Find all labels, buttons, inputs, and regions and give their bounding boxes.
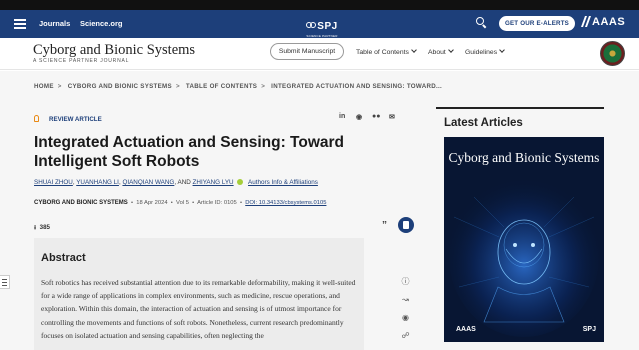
meta-journal[interactable]: CYBORG AND BIONIC SYSTEMS [34, 200, 128, 206]
breadcrumb-home[interactable]: HOME [34, 83, 54, 90]
page-content: HOME > CYBORG AND BIONIC SYSTEMS > TABLE O… [0, 71, 639, 350]
author-link[interactable]: YUANHANG LI [76, 179, 119, 186]
outline-toggle-icon[interactable] [0, 275, 10, 289]
nav-link-journals[interactable]: Journals [39, 19, 70, 28]
chevron-down-icon [411, 47, 417, 53]
open-access-icon [34, 115, 39, 122]
chevron-down-icon [447, 47, 454, 53]
breadcrumb-journal[interactable]: CYBORG AND BIONIC SYSTEMS [68, 83, 172, 90]
authors-info-link[interactable]: Authors Info & Affiliations [248, 179, 318, 186]
pdf-icon [403, 221, 409, 229]
e-alerts-button[interactable]: GET OUR E-ALERTS [499, 16, 575, 31]
download-icon: ⭳ [34, 224, 37, 231]
orcid-icon[interactable] [236, 179, 243, 186]
journal-header: Cyborg and Bionic Systems A SCIENCE PART… [0, 38, 639, 70]
spj-mark-icon [306, 21, 317, 29]
reddit-icon[interactable]: ◉ [356, 113, 362, 121]
cover-footer: AAAS SPJ [456, 326, 596, 333]
meta-date: 18 Apr 2024 [136, 200, 168, 206]
metrics-icon[interactable]: ↝ [401, 295, 410, 304]
pdf-download-button[interactable] [398, 217, 414, 233]
breadcrumb-toc[interactable]: TABLE OF CONTENTS [186, 83, 257, 90]
breadcrumb: HOME > CYBORG AND BIONIC SYSTEMS > TABLE O… [34, 83, 443, 90]
latest-divider [436, 107, 604, 109]
info-icon[interactable]: ⓘ [401, 277, 410, 286]
metrics-row: ⭳ 385 ” [34, 217, 414, 235]
meta-article-id: Article ID: 0105 [197, 200, 237, 206]
cover-title: Cyborg and Bionic Systems [448, 150, 600, 165]
journal-subtitle: A SCIENCE PARTNER JOURNAL [33, 58, 130, 64]
chevron-down-icon [499, 47, 505, 53]
author-list: SHUAI ZHOU, YUANHANG LI, QIANQIAN WANG, … [34, 179, 318, 186]
author-link[interactable]: ZHIYANG LYU [193, 179, 234, 186]
email-icon[interactable]: ✉ [389, 113, 395, 121]
article-type: REVIEW ARTICLE [34, 114, 102, 123]
article-meta: CYBORG AND BIONIC SYSTEMS • 18 Apr 2024 … [34, 200, 327, 206]
menu-table-of-contents[interactable]: Table of Contents [356, 47, 417, 56]
share-icon[interactable]: ☍ [401, 331, 410, 340]
top-strip [0, 0, 639, 10]
download-count: ⭳ 385 [34, 224, 50, 231]
view-icon[interactable]: ◉ [401, 313, 410, 322]
society-seal-icon [600, 41, 625, 66]
aaas-logo[interactable]: AAAS [580, 16, 625, 28]
menu-guidelines[interactable]: Guidelines [465, 47, 505, 56]
aaas-mark-icon [580, 16, 592, 27]
author-link[interactable]: SHUAI ZHOU [34, 179, 73, 186]
search-icon[interactable] [476, 17, 488, 29]
menu-icon[interactable] [14, 19, 26, 29]
cover-aaas-logo: AAAS [456, 326, 476, 333]
cover-spj-logo: SPJ [582, 326, 596, 333]
breadcrumb-current: INTEGRATED ACTUATION AND SENSING: TOWARD… [271, 83, 443, 90]
abstract-section: Abstract Soft robotics has received subs… [34, 238, 364, 350]
journal-title[interactable]: Cyborg and Bionic Systems [33, 42, 195, 59]
nav-link-science-org[interactable]: Science.org [80, 19, 123, 28]
latest-articles-panel: Latest Articles Cyborg and Bionic System… [436, 107, 604, 350]
author-link[interactable]: QIANQIAN WANG [122, 179, 174, 186]
abstract-text: Soft robotics has received substantial a… [41, 278, 356, 340]
article-title: Integrated Actuation and Sensing: Toward… [34, 134, 345, 170]
submit-manuscript-button[interactable]: Submit Manuscript [270, 43, 344, 60]
linkedin-icon[interactable]: in [339, 113, 345, 120]
spj-logo[interactable]: SPJ SCIENCE PARTNER JOURNALS [300, 16, 344, 42]
journal-cover[interactable]: Cyborg and Bionic Systems AAAS SPJ [444, 137, 604, 342]
meta-volume: Vol 5 [176, 200, 189, 206]
wechat-icon[interactable]: ●● [372, 113, 380, 120]
doi-link[interactable]: DOI: 10.34133/cbsystems.0105 [245, 200, 326, 206]
abstract-heading: Abstract [41, 252, 86, 264]
site-navbar: Journals Science.org SPJ SCIENCE PARTNER… [0, 10, 639, 42]
cite-icon[interactable]: ” [382, 220, 387, 231]
cover-artwork [444, 137, 604, 342]
latest-articles-heading: Latest Articles [444, 117, 523, 129]
menu-about[interactable]: About [428, 47, 454, 56]
